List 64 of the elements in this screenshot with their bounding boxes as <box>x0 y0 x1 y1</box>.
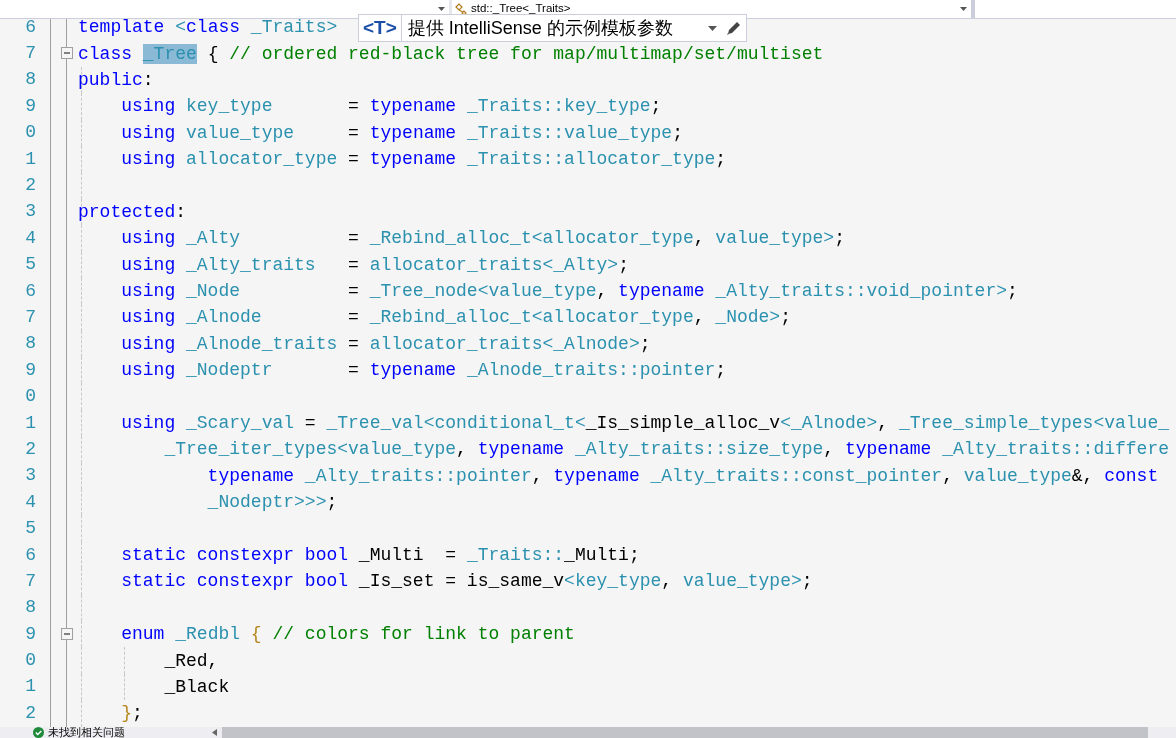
line-number: 7 <box>24 42 36 66</box>
code-line: using _Alnode_traits = allocator_traits<_Alnode>; <box>120 332 651 355</box>
code-line: using allocator_type = typename _Traits::allocator_type; <box>120 148 727 171</box>
horizontal-scrollbar-thumb[interactable] <box>222 727 1148 738</box>
code-line: _Red, <box>163 649 219 672</box>
line-number: 0 <box>24 121 36 145</box>
line-number: 5 <box>24 517 36 541</box>
line-number: 6 <box>24 19 36 39</box>
line-number: 4 <box>24 226 36 250</box>
line-number: 7 <box>24 306 36 329</box>
code-line: using _Alnode = _Rebind_alloc_t<allocator_type, _Node>; <box>120 306 791 329</box>
line-number: 6 <box>24 543 36 567</box>
line-number: 7 <box>24 569 36 593</box>
line-number: 9 <box>24 358 36 382</box>
code-line: }; <box>120 702 143 725</box>
code-line: using _Nodeptr = typename _Alnode_traits::pointer; <box>120 359 727 382</box>
caret-icon[interactable] <box>708 25 717 31</box>
line-number: 5 <box>24 253 36 277</box>
line-number: 2 <box>24 174 36 198</box>
code-line: static constexpr bool _Is_set = is_same_v<key_type, value_type>; <box>120 570 813 593</box>
line-number: 3 <box>24 464 36 488</box>
code-line: _Black <box>163 675 230 698</box>
code-line: using _Alty = _Rebind_alloc_t<allocator_type, value_type>; <box>120 227 845 250</box>
code-line: enum _Redbl { // colors for link to parent <box>120 623 575 646</box>
class-icon <box>455 2 469 16</box>
code-line: protected: <box>78 200 187 223</box>
code-line: using key_type = typename _Traits::key_type; <box>120 95 662 118</box>
code-line: public: <box>78 68 154 91</box>
collapse-toggle[interactable] <box>61 47 73 60</box>
line-number: 0 <box>24 649 36 673</box>
line-number: 6 <box>24 279 36 303</box>
scroll-left-icon[interactable] <box>212 729 217 736</box>
line-number: 4 <box>24 490 36 514</box>
collapse-toggle[interactable] <box>61 628 73 640</box>
line-number: 8 <box>24 596 36 620</box>
line-number: 2 <box>24 437 36 461</box>
template-badge: <T> <box>359 15 402 41</box>
code-line: template <class _Traits> <box>78 19 338 39</box>
code-line: _Tree_iter_types<value_type, typename _Alty_traits::size_type, typename _Alty_traits::differe <box>163 438 1169 461</box>
code-line: using _Alty_traits = allocator_traits<_Alty>; <box>120 253 629 276</box>
line-number: 9 <box>24 622 36 646</box>
line-number: 3 <box>24 200 36 224</box>
code-line: _Nodeptr>>>; <box>206 491 338 514</box>
code-line: typename _Alty_traits::pointer, typename _Alty_traits::const_pointer, value_type&, const <box>206 464 1159 487</box>
line-number: 1 <box>24 411 36 435</box>
line-number: 2 <box>24 701 36 725</box>
code-line: using _Node = _Tree_node<value_type, typename _Alty_traits::void_pointer>; <box>120 280 1018 303</box>
line-number: 8 <box>24 332 36 356</box>
code-line: using _Scary_val = _Tree_val<conditional_t<_Is_simple_alloc_v<_Alnode>, _Tree_simple_types<value_ <box>120 412 1169 435</box>
quick-info-text: 提供 IntelliSense 的示例模板参数 <box>406 16 673 40</box>
pencil-icon[interactable] <box>725 19 742 37</box>
line-number: 0 <box>24 385 36 409</box>
line-number: 1 <box>24 147 36 171</box>
caret-icon <box>438 7 445 11</box>
minus-icon <box>63 630 71 638</box>
caret-icon <box>960 7 967 11</box>
member-name: std::_Tree<_Traits> <box>471 1 571 17</box>
line-number: 8 <box>24 68 36 92</box>
check-circle-icon <box>33 727 44 738</box>
code-line: static constexpr bool _Multi = _Traits::_Multi; <box>120 544 640 566</box>
line-number: 1 <box>24 675 36 699</box>
line-number: 9 <box>24 94 36 118</box>
code-line: using value_type = typename _Traits::value_type; <box>120 121 683 144</box>
issues-status[interactable]: 未找到相关问题 <box>48 727 125 738</box>
